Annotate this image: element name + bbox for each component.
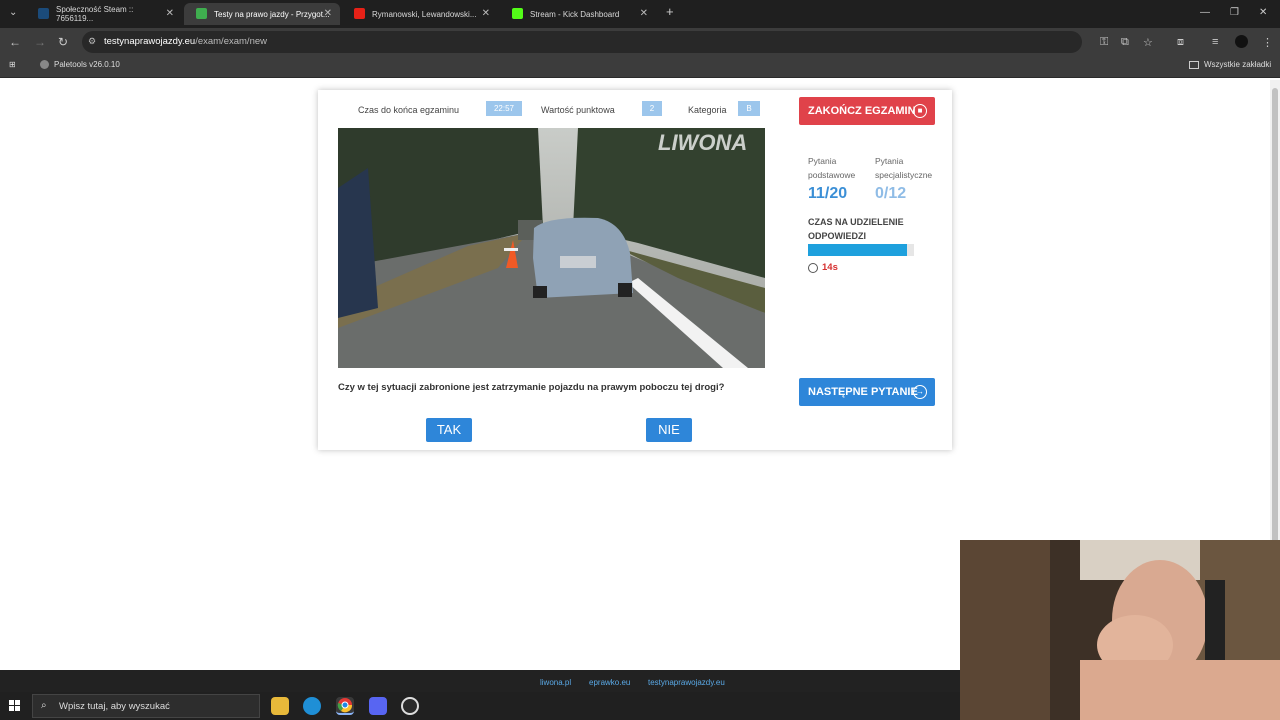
all-bookmarks-label: Wszystkie zakładki	[1204, 60, 1272, 69]
special-questions-count: 0/12	[875, 185, 907, 202]
apps-grid-icon[interactable]: ⊞	[9, 60, 16, 69]
category-label: Kategoria	[688, 105, 727, 115]
points-label: Wartość punktowa	[541, 105, 615, 115]
globe-icon	[40, 60, 49, 69]
points-value: 2	[642, 101, 662, 116]
answer-time-value: 14s	[822, 262, 838, 273]
back-icon[interactable]: ←	[9, 35, 21, 49]
time-left-label: Czas do końca egzaminu	[358, 105, 460, 115]
tab-kick[interactable]: Stream - Kick Dashboard ✕	[500, 3, 656, 25]
obs-icon[interactable]	[401, 697, 419, 715]
search-icon: ⌕	[41, 700, 47, 711]
url-field[interactable]: ⚙ testynaprawojazdy.eu/exam/exam/new	[82, 31, 1082, 53]
taskbar-search[interactable]: ⌕ Wpisz tutaj, aby wyszukać	[32, 694, 260, 718]
no-button[interactable]: NIE	[646, 418, 692, 442]
install-icon[interactable]: ⧉	[1121, 36, 1129, 49]
tab-youtube[interactable]: Rymanowski, Lewandowski... ✕	[342, 3, 498, 25]
answer-time-progress	[808, 244, 914, 256]
question-image: LIWONA	[338, 128, 765, 368]
tab-search-icon[interactable]: ⌄	[9, 7, 17, 18]
bookmark-paletools[interactable]: Paletools v26.0.10	[40, 60, 120, 69]
tab-title: Testy na prawo jazdy - Przygot...	[214, 9, 330, 19]
footer-link-eprawko[interactable]: eprawko.eu	[589, 678, 630, 687]
tab-testy[interactable]: Testy na prawo jazdy - Przygot... ✕	[184, 3, 340, 25]
kick-icon	[512, 8, 523, 19]
profile-avatar[interactable]	[1235, 35, 1248, 48]
question-text: Czy w tej sytuacji zabronione jest zatrz…	[338, 382, 725, 393]
basic-questions-count: 11/20	[808, 185, 848, 202]
category-value: B	[738, 101, 760, 116]
url-text[interactable]: testynaprawojazdy.eu/exam/exam/new	[104, 36, 267, 47]
bookmark-star-icon[interactable]: ☆	[1143, 36, 1153, 49]
yes-button[interactable]: TAK	[426, 418, 472, 442]
close-icon[interactable]: ✕	[482, 8, 490, 19]
address-bar: ← → ↻ ⚙ testynaprawojazdy.eu/exam/exam/n…	[0, 28, 1280, 56]
folder-icon	[1189, 60, 1199, 69]
arrow-right-icon: →	[913, 385, 927, 399]
clock-icon	[808, 262, 818, 273]
close-icon[interactable]: ✕	[166, 8, 174, 19]
reload-icon[interactable]: ↻	[58, 35, 68, 49]
answer-time-label: CZAS NA UDZIELENIE ODPOWIEDZI	[808, 217, 904, 241]
footer-link-testy[interactable]: testynaprawojazdy.eu	[648, 678, 725, 687]
end-exam-label: ZAKOŃCZ EGZAMIN	[808, 105, 916, 117]
tab-title: Społeczność Steam :: 7656119...	[56, 5, 134, 23]
end-exam-button[interactable]: ZAKOŃCZ EGZAMIN ■	[799, 97, 935, 125]
windows-start-icon[interactable]	[9, 700, 21, 712]
exam-card: Czas do końca egzaminu 22:57 Wartość pun…	[318, 90, 952, 450]
webcam-overlay	[960, 540, 1280, 720]
menu-icon[interactable]: ⋮	[1262, 36, 1273, 49]
photo-watermark: LIWONA	[658, 130, 747, 155]
answer-timer: 14s	[808, 262, 838, 273]
stop-icon: ■	[913, 104, 927, 118]
steam-icon	[38, 8, 49, 19]
youtube-icon	[354, 8, 365, 19]
restore-icon[interactable]: ❐	[1230, 7, 1239, 18]
tab-bar: ⌄ Społeczność Steam :: 7656119... ✕ Test…	[0, 0, 1280, 28]
next-question-label: NASTĘPNE PYTANIE	[808, 386, 918, 398]
tab-title: Stream - Kick Dashboard	[530, 9, 620, 19]
basic-questions-label: Pytania podstawowe	[808, 156, 856, 180]
close-window-icon[interactable]: ✕	[1259, 7, 1267, 18]
media-icon[interactable]: ≡	[1212, 36, 1218, 48]
chrome-icon[interactable]	[336, 697, 354, 715]
tab-title: Rymanowski, Lewandowski...	[372, 9, 477, 19]
site-info-icon[interactable]: ⚙	[88, 36, 96, 47]
all-bookmarks[interactable]: Wszystkie zakładki	[1189, 60, 1271, 69]
special-questions-label: Pytania specjalistyczne	[875, 156, 933, 180]
next-question-button[interactable]: NASTĘPNE PYTANIE →	[799, 378, 935, 406]
close-icon[interactable]: ✕	[640, 8, 648, 19]
discord-icon[interactable]	[369, 697, 387, 715]
taskbar-search-placeholder: Wpisz tutaj, aby wyszukać	[59, 701, 170, 712]
file-explorer-icon[interactable]	[271, 697, 289, 715]
close-icon[interactable]: ✕	[324, 8, 332, 19]
password-key-icon[interactable]: ⚿	[1100, 36, 1108, 49]
forward-icon[interactable]: →	[34, 35, 46, 49]
tab-steam[interactable]: Społeczność Steam :: 7656119... ✕	[26, 3, 182, 25]
progress-fill	[808, 244, 907, 256]
bookmarks-bar: ⊞ Paletools v26.0.10 Wszystkie zakładki	[0, 56, 1280, 78]
page-icon	[196, 8, 207, 19]
new-tab-icon[interactable]: +	[666, 4, 674, 19]
footer-link-liwona[interactable]: liwona.pl	[540, 678, 571, 687]
bookmark-label: Paletools v26.0.10	[54, 60, 120, 69]
minimize-icon[interactable]: —	[1200, 7, 1210, 18]
extensions-icon[interactable]: ⧈	[1177, 36, 1184, 49]
edge-icon[interactable]	[303, 697, 321, 715]
time-left-value: 22:57	[486, 101, 522, 116]
